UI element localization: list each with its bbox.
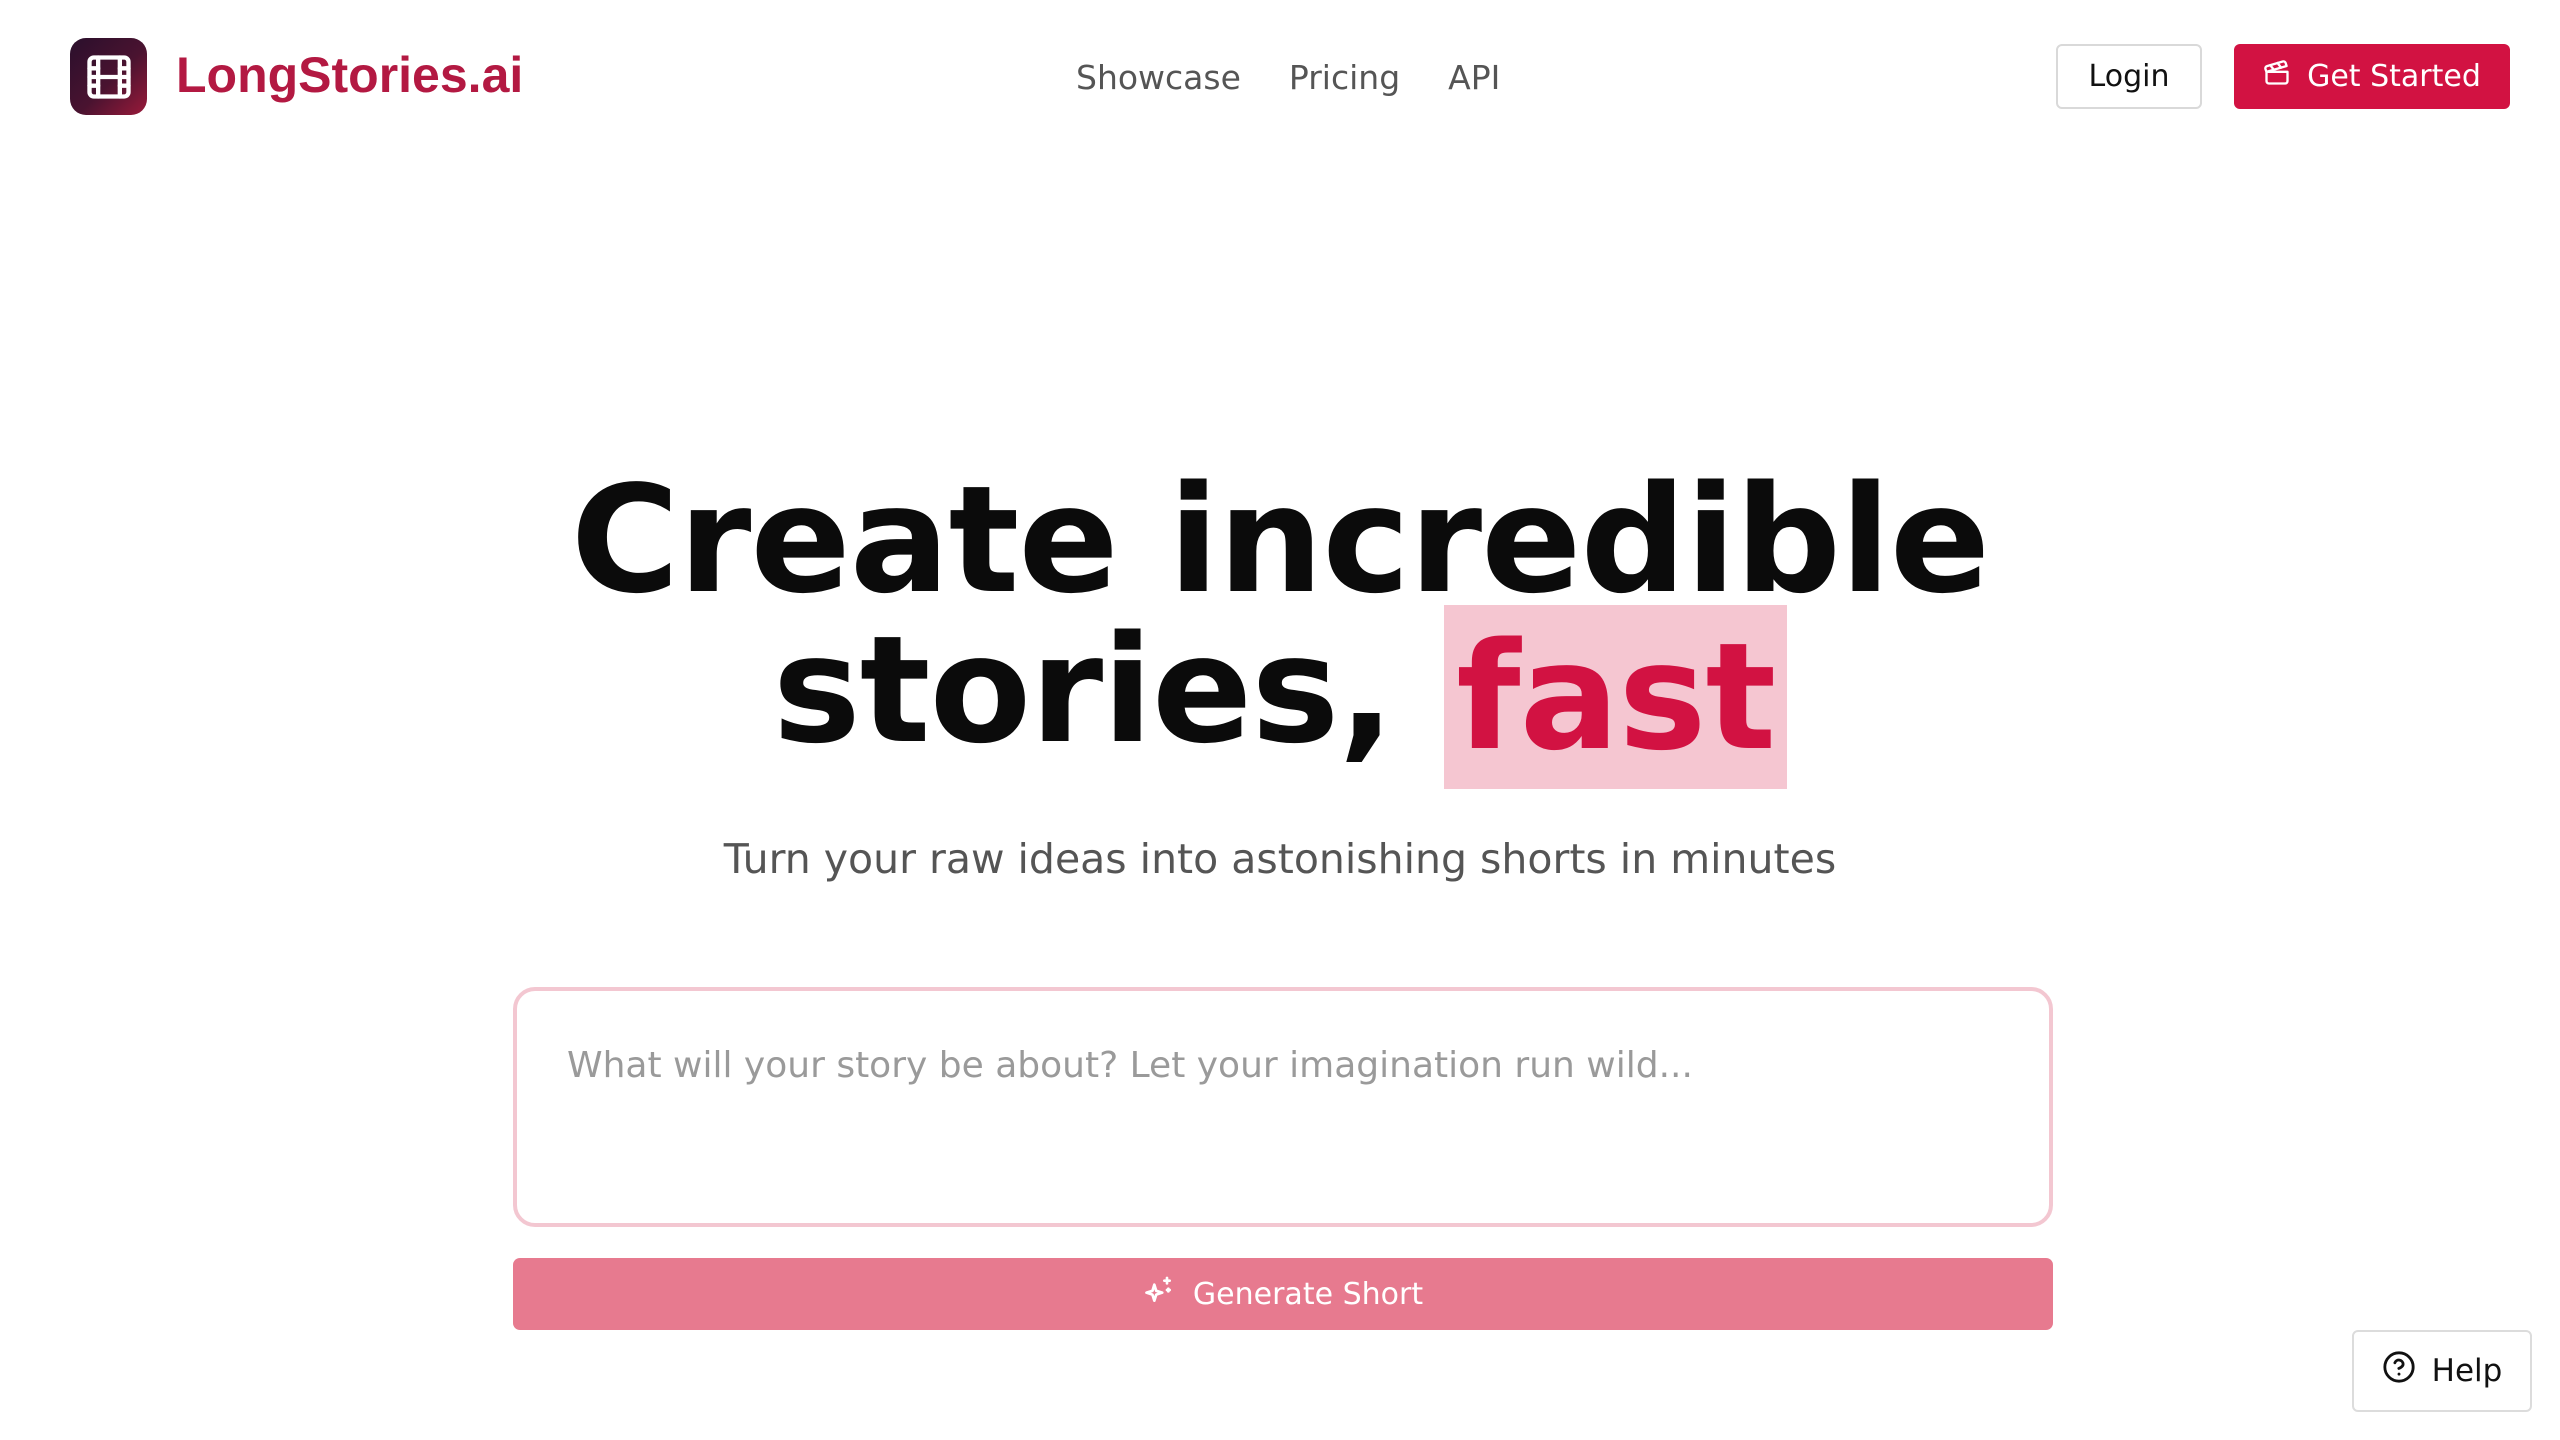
question-circle-icon — [2382, 1350, 2416, 1392]
story-prompt-input[interactable] — [517, 991, 2049, 1223]
hero-subtitle: Turn your raw ideas into astonishing sho… — [723, 835, 1837, 883]
story-prompt-box — [513, 987, 2053, 1227]
help-label: Help — [2431, 1353, 2503, 1389]
nav-item-api[interactable]: API — [1448, 52, 1500, 104]
clapperboard-icon — [2263, 59, 2291, 95]
help-button[interactable]: Help — [2352, 1330, 2532, 1412]
generate-short-label: Generate Short — [1192, 1276, 1424, 1312]
nav-item-pricing[interactable]: Pricing — [1289, 52, 1400, 104]
get-started-button[interactable]: Get Started — [2234, 44, 2510, 109]
get-started-label: Get Started — [2307, 59, 2481, 94]
login-button[interactable]: Login — [2056, 44, 2202, 109]
login-label: Login — [2088, 59, 2170, 94]
generate-short-button[interactable]: Generate Short — [513, 1258, 2053, 1330]
landing-page: LongStories.ai Showcase Pricing API Logi… — [0, 0, 2560, 1440]
film-icon[interactable] — [70, 38, 147, 115]
hero-title-line-1: Create incredible — [570, 454, 1990, 626]
hero-title-highlight: fast — [1444, 605, 1788, 789]
nav-item-showcase[interactable]: Showcase — [1076, 52, 1241, 104]
main-nav: Showcase Pricing API — [1076, 52, 1500, 104]
hero-title-prefix: stories, — [772, 604, 1395, 776]
sparkles-icon — [1143, 1274, 1175, 1314]
brand-name[interactable]: LongStories.ai — [176, 44, 523, 106]
hero-title: Create incredible stories, fast — [0, 465, 2560, 789]
hero-title-line-2: stories, fast — [0, 605, 2560, 789]
